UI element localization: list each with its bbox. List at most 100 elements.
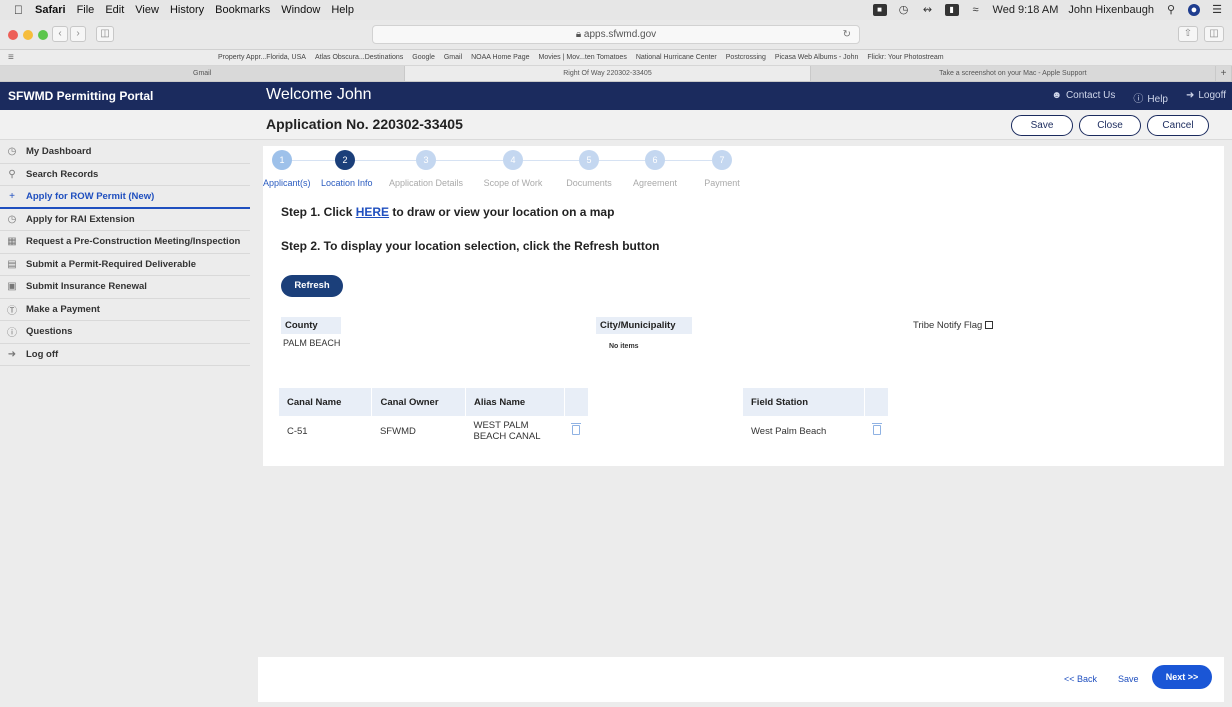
bookmark-item[interactable]: Movies | Mov...ten Tomatoes — [539, 54, 627, 61]
tab-gmail[interactable]: Gmail — [0, 66, 406, 81]
step-number: 4 — [503, 150, 523, 170]
county-value: PALM BEACH — [283, 338, 341, 348]
sidebar-toggle-icon[interactable]: ◫ — [96, 26, 114, 42]
menu-app[interactable]: Safari — [35, 4, 66, 16]
bookmark-item[interactable]: Picasa Web Albums - John — [775, 54, 859, 61]
canal-name-cell: C-51 — [287, 425, 308, 437]
bookmark-item[interactable]: Postcrossing — [726, 54, 766, 61]
step-application-details[interactable]: 3 Application Details — [386, 150, 466, 188]
step-number: 3 — [416, 150, 436, 170]
tab-right-of-way[interactable]: Right Of Way 220302-33405 — [405, 66, 811, 81]
reload-icon[interactable]: ↻ — [843, 26, 851, 43]
bookmarks-bar: ≡ Property Appr...Florida, USA Atlas Obs… — [0, 50, 1232, 66]
welcome-message: Welcome John — [266, 86, 372, 103]
sidebar-item-questions[interactable]: ⓘ Questions — [0, 321, 250, 344]
status-app-icon[interactable]: ■ — [872, 4, 887, 16]
menu-history[interactable]: History — [170, 4, 204, 16]
sidebar-item-make-payment[interactable]: Ⓣ Make a Payment — [0, 299, 250, 321]
sidebar-item-dashboard[interactable]: ◷ My Dashboard — [0, 141, 250, 164]
bluetooth-icon[interactable]: ↭ — [921, 4, 935, 16]
help-link[interactable]: ⓘ Help — [1133, 90, 1168, 105]
new-tab-icon[interactable]: + — [1216, 66, 1232, 81]
tab-apple-support[interactable]: Take a screenshot on your Mac - Apple Su… — [811, 66, 1216, 81]
share-icon[interactable]: ⇧ — [1178, 26, 1198, 42]
back-nav-icon[interactable]: ‹ — [52, 26, 68, 42]
minimize-window-icon[interactable] — [23, 30, 33, 40]
address-bar-url: apps.sfwmd.gov — [583, 29, 657, 40]
help-label: Help — [1147, 94, 1168, 105]
application-number: Application No. 220302-33405 — [266, 116, 463, 132]
forward-nav-icon[interactable]: › — [70, 26, 86, 42]
step1-instruction: Step 1. Click HERE to draw or view your … — [281, 205, 614, 219]
bookmark-item[interactable]: Atlas Obscura...Destinations — [315, 54, 403, 61]
step-payment[interactable]: 7 Payment — [699, 150, 745, 188]
delete-field-station-trash-icon[interactable] — [871, 422, 882, 435]
back-button[interactable]: << Back — [1064, 674, 1097, 684]
refresh-button[interactable]: Refresh — [281, 275, 343, 297]
canal-table: Canal Name Canal Owner Alias Name C-51 S… — [279, 388, 590, 446]
sidebar-item-label: My Dashboard — [26, 146, 92, 158]
close-button[interactable]: Close — [1079, 115, 1141, 136]
bookmark-item[interactable]: NOAA Home Page — [471, 54, 529, 61]
step-applicants[interactable]: 1 Applicant(s) — [263, 150, 311, 188]
apple-icon[interactable]:  — [14, 3, 23, 17]
sidebar-item-apply-row-permit[interactable]: + Apply for ROW Permit (New) — [0, 186, 250, 209]
bookmark-item[interactable]: Property Appr...Florida, USA — [218, 54, 306, 61]
sidebar-item-rai-extension[interactable]: ◷ Apply for RAI Extension — [0, 209, 250, 231]
step-location-info[interactable]: 2 Location Info — [321, 150, 373, 188]
bookmark-item[interactable]: National Hurricane Center — [636, 54, 717, 61]
contact-us-link[interactable]: ☻ Contact Us — [1051, 90, 1115, 105]
logoff-icon: ➜ — [1185, 90, 1195, 101]
menu-window[interactable]: Window — [281, 4, 320, 16]
menubar-clock[interactable]: Wed 9:18 AM — [993, 4, 1059, 16]
menu-edit[interactable]: Edit — [105, 4, 124, 16]
wizard-stepper: 1 Applicant(s) 2 Location Info 3 Applica… — [263, 150, 783, 194]
sidebar-item-search-records[interactable]: ⚲ Search Records — [0, 164, 250, 186]
save-button[interactable]: Save — [1011, 115, 1073, 136]
map-here-link[interactable]: HERE — [356, 205, 389, 219]
table-header-row: Canal Name Canal Owner Alias Name — [279, 388, 590, 416]
canal-owner-cell: SFWMD — [379, 425, 416, 437]
step-agreement[interactable]: 6 Agreement — [625, 150, 685, 188]
zoom-window-icon[interactable] — [38, 30, 48, 40]
notification-center-icon[interactable]: ☰ — [1210, 4, 1224, 16]
spotlight-search-icon[interactable]: ⚲ — [1164, 4, 1178, 16]
help-icon: ⓘ — [1133, 94, 1144, 105]
wifi-icon[interactable]: ≈ — [969, 4, 983, 16]
step-number: 5 — [579, 150, 599, 170]
step-scope-of-work[interactable]: 4 Scope of Work — [478, 150, 548, 188]
menu-bookmarks[interactable]: Bookmarks — [215, 4, 270, 16]
bookmark-item[interactable]: Google — [412, 54, 435, 61]
delete-canal-trash-icon[interactable] — [571, 422, 582, 435]
sidebar-item-pre-construction[interactable]: ▦ Request a Pre-Construction Meeting/Insp… — [0, 231, 250, 254]
tribe-notify-checkbox[interactable] — [985, 321, 994, 329]
person-icon: ☻ — [1051, 90, 1062, 101]
bookmark-item[interactable]: Flickr: Your Photostream — [867, 54, 943, 61]
step-documents[interactable]: 5 Documents — [561, 150, 617, 188]
next-button[interactable]: Next >> — [1152, 665, 1212, 689]
sidebar-item-insurance-renewal[interactable]: ▣ Submit Insurance Renewal — [0, 276, 250, 299]
sidebar-item-label: Submit a Permit-Required Deliverable — [26, 258, 196, 270]
step-label: Scope of Work — [483, 178, 543, 188]
column-header: Canal Name — [279, 388, 373, 416]
close-window-icon[interactable] — [8, 30, 18, 40]
menubar-user[interactable]: John Hixenbaugh — [1068, 4, 1154, 16]
time-machine-icon[interactable]: ◷ — [897, 4, 911, 16]
address-bar[interactable]: 🔒︎ apps.sfwmd.gov ↻ — [372, 25, 860, 44]
tab-overview-icon[interactable]: ◫ — [1204, 26, 1224, 42]
menu-file[interactable]: File — [77, 4, 95, 16]
battery-icon[interactable]: ▮ — [944, 4, 959, 16]
siri-icon[interactable]: ● — [1188, 4, 1200, 16]
logoff-link[interactable]: ➜ Logoff — [1186, 90, 1226, 105]
sidebar-item-log-off[interactable]: ➜ Log off — [0, 344, 250, 366]
bookmark-item[interactable]: Gmail — [444, 54, 462, 61]
menu-view[interactable]: View — [135, 4, 159, 16]
tribe-notify-label: Tribe Notify Flag — [913, 320, 983, 331]
file-icon: ▣ — [7, 281, 17, 293]
menu-help[interactable]: Help — [331, 4, 354, 16]
cancel-button[interactable]: Cancel — [1147, 115, 1209, 136]
sidebar-item-deliverable[interactable]: ▤ Submit a Permit-Required Deliverable — [0, 254, 250, 276]
footer-save-button[interactable]: Save — [1118, 674, 1139, 684]
reading-list-icon[interactable]: ≡ — [8, 52, 14, 63]
portal-title[interactable]: SFWMD Permitting Portal — [8, 89, 153, 103]
